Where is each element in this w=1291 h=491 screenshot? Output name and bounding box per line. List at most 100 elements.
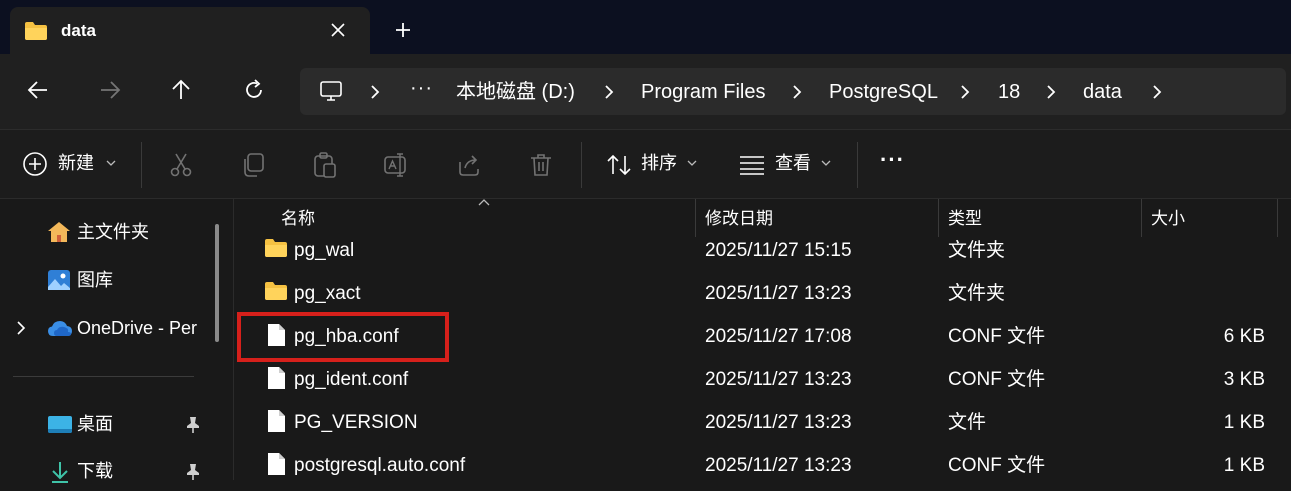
- file-type: 文件夹: [948, 240, 1006, 261]
- chevron-down-icon: [106, 159, 116, 167]
- plus-icon[interactable]: [393, 20, 413, 40]
- column-header-size[interactable]: 大小: [1151, 209, 1185, 229]
- chevron-right-icon[interactable]: [1150, 85, 1164, 99]
- chevron-right-icon[interactable]: [1044, 85, 1058, 99]
- refresh-icon[interactable]: [242, 78, 266, 102]
- rename-icon[interactable]: [384, 152, 410, 178]
- file-type: 文件: [948, 412, 987, 433]
- file-row-file[interactable]: PG_VERSION 2025/11/27 13:23 文件 1 KB: [234, 401, 1291, 444]
- view-label: 查看: [775, 153, 811, 173]
- delete-icon[interactable]: [528, 152, 554, 178]
- column-header-type[interactable]: 类型: [948, 209, 982, 229]
- more-options-icon: ···: [880, 147, 905, 172]
- paste-icon[interactable]: [312, 152, 338, 178]
- folder-icon: [264, 238, 288, 258]
- file-name: pg_wal: [294, 240, 355, 261]
- breadcrumb-segment-program-files[interactable]: Program Files: [641, 81, 765, 103]
- sidebar-item-label: 主文件夹: [77, 222, 149, 242]
- file-type: CONF 文件: [948, 326, 1046, 347]
- sort-ascending-icon: [477, 197, 491, 207]
- breadcrumb-segment-data[interactable]: data: [1083, 81, 1122, 103]
- sidebar-item-gallery[interactable]: 图库: [0, 260, 210, 300]
- file-row-file[interactable]: pg_ident.conf 2025/11/27 13:23 CONF 文件 3…: [234, 358, 1291, 401]
- separator: [857, 142, 858, 188]
- sidebar-item-label: 图库: [77, 270, 113, 290]
- navigation-pane: 主文件夹 图库 OneDrive - Per 桌面 下载: [0, 199, 234, 483]
- highlight-annotation-box: [237, 312, 449, 362]
- file-date: 2025/11/27 17:08: [705, 326, 852, 347]
- chevron-right-icon[interactable]: [602, 85, 616, 99]
- file-date: 2025/11/27 13:23: [705, 412, 852, 433]
- close-icon[interactable]: [328, 20, 348, 40]
- list-view-icon: [739, 155, 765, 175]
- file-row-file[interactable]: postgresql.auto.conf 2025/11/27 13:23 CO…: [234, 444, 1291, 487]
- folder-icon: [264, 281, 288, 301]
- breadcrumb-segment-drive[interactable]: 本地磁盘 (D:): [456, 81, 575, 103]
- tab-strip: data: [0, 0, 1291, 54]
- file-size: 1 KB: [1223, 455, 1265, 476]
- up-arrow-icon[interactable]: [169, 78, 193, 102]
- sidebar-item-downloads[interactable]: 下载: [0, 451, 210, 491]
- file-type: CONF 文件: [948, 369, 1046, 390]
- pin-icon[interactable]: [185, 463, 201, 481]
- file-type: 文件夹: [948, 283, 1006, 304]
- more-options-button[interactable]: ···: [872, 130, 916, 198]
- file-type: CONF 文件: [948, 455, 1046, 476]
- command-bar: 新建 排序 查看 ···: [0, 130, 1291, 199]
- chevron-right-icon[interactable]: [958, 85, 972, 99]
- file-name: postgresql.auto.conf: [294, 455, 466, 476]
- file-date: 2025/11/27 13:23: [705, 283, 852, 304]
- sidebar-item-desktop[interactable]: 桌面: [0, 404, 210, 444]
- breadcrumb-overflow[interactable]: ···: [410, 77, 433, 99]
- cut-icon[interactable]: [168, 152, 194, 178]
- document-icon: [266, 409, 286, 433]
- sidebar-item-onedrive[interactable]: OneDrive - Per: [0, 308, 210, 348]
- breadcrumb-segment-18[interactable]: 18: [998, 81, 1020, 103]
- file-name: pg_ident.conf: [294, 369, 409, 390]
- column-header-date[interactable]: 修改日期: [705, 209, 773, 229]
- sidebar-item-home[interactable]: 主文件夹: [0, 212, 210, 252]
- chevron-right-icon[interactable]: [790, 85, 804, 99]
- folder-icon: [24, 21, 48, 41]
- desktop-icon: [47, 415, 73, 435]
- back-arrow-icon[interactable]: [26, 78, 50, 102]
- breadcrumb-segment-postgresql[interactable]: PostgreSQL: [829, 81, 938, 103]
- plus-circle-icon: [22, 151, 48, 177]
- file-row-folder[interactable]: pg_xact 2025/11/27 13:23 文件夹: [234, 272, 1291, 315]
- sidebar-divider: [13, 376, 194, 377]
- chevron-down-icon: [687, 159, 697, 167]
- new-button[interactable]: 新建: [12, 130, 122, 198]
- file-size: 6 KB: [1223, 326, 1265, 347]
- document-icon: [266, 452, 286, 476]
- pin-icon[interactable]: [185, 416, 201, 434]
- tab-data[interactable]: data: [10, 7, 370, 54]
- file-name: pg_xact: [294, 283, 361, 304]
- sidebar-item-label: 下载: [77, 461, 113, 481]
- view-button[interactable]: 查看: [732, 130, 842, 198]
- chevron-right-icon[interactable]: [368, 85, 382, 99]
- onedrive-cloud-icon: [47, 319, 73, 337]
- gallery-icon: [47, 269, 71, 291]
- copy-icon[interactable]: [240, 152, 266, 178]
- home-icon: [47, 221, 71, 243]
- navigation-bar: ··· 本地磁盘 (D:) Program Files PostgreSQL 1…: [0, 54, 1291, 130]
- share-icon[interactable]: [456, 152, 482, 178]
- computer-icon[interactable]: [319, 79, 343, 103]
- column-header-name[interactable]: 名称: [281, 209, 315, 229]
- tab-title: data: [61, 21, 96, 40]
- sidebar-item-label: OneDrive - Per: [77, 318, 198, 338]
- file-size: 1 KB: [1223, 412, 1265, 433]
- sort-button[interactable]: 排序: [598, 130, 708, 198]
- file-row-folder[interactable]: pg_wal 2025/11/27 15:15 文件夹: [234, 229, 1291, 272]
- file-size: 3 KB: [1223, 369, 1265, 390]
- sidebar-item-label: 桌面: [77, 414, 113, 434]
- file-date: 2025/11/27 13:23: [705, 455, 852, 476]
- file-date: 2025/11/27 13:23: [705, 369, 852, 390]
- sort-arrows-icon: [606, 152, 632, 178]
- chevron-down-icon: [821, 159, 831, 167]
- sidebar-scrollbar[interactable]: [215, 224, 219, 342]
- address-bar[interactable]: ··· 本地磁盘 (D:) Program Files PostgreSQL 1…: [300, 68, 1286, 115]
- chevron-right-icon[interactable]: [16, 321, 26, 335]
- forward-arrow-icon[interactable]: [98, 78, 122, 102]
- separator: [581, 142, 582, 188]
